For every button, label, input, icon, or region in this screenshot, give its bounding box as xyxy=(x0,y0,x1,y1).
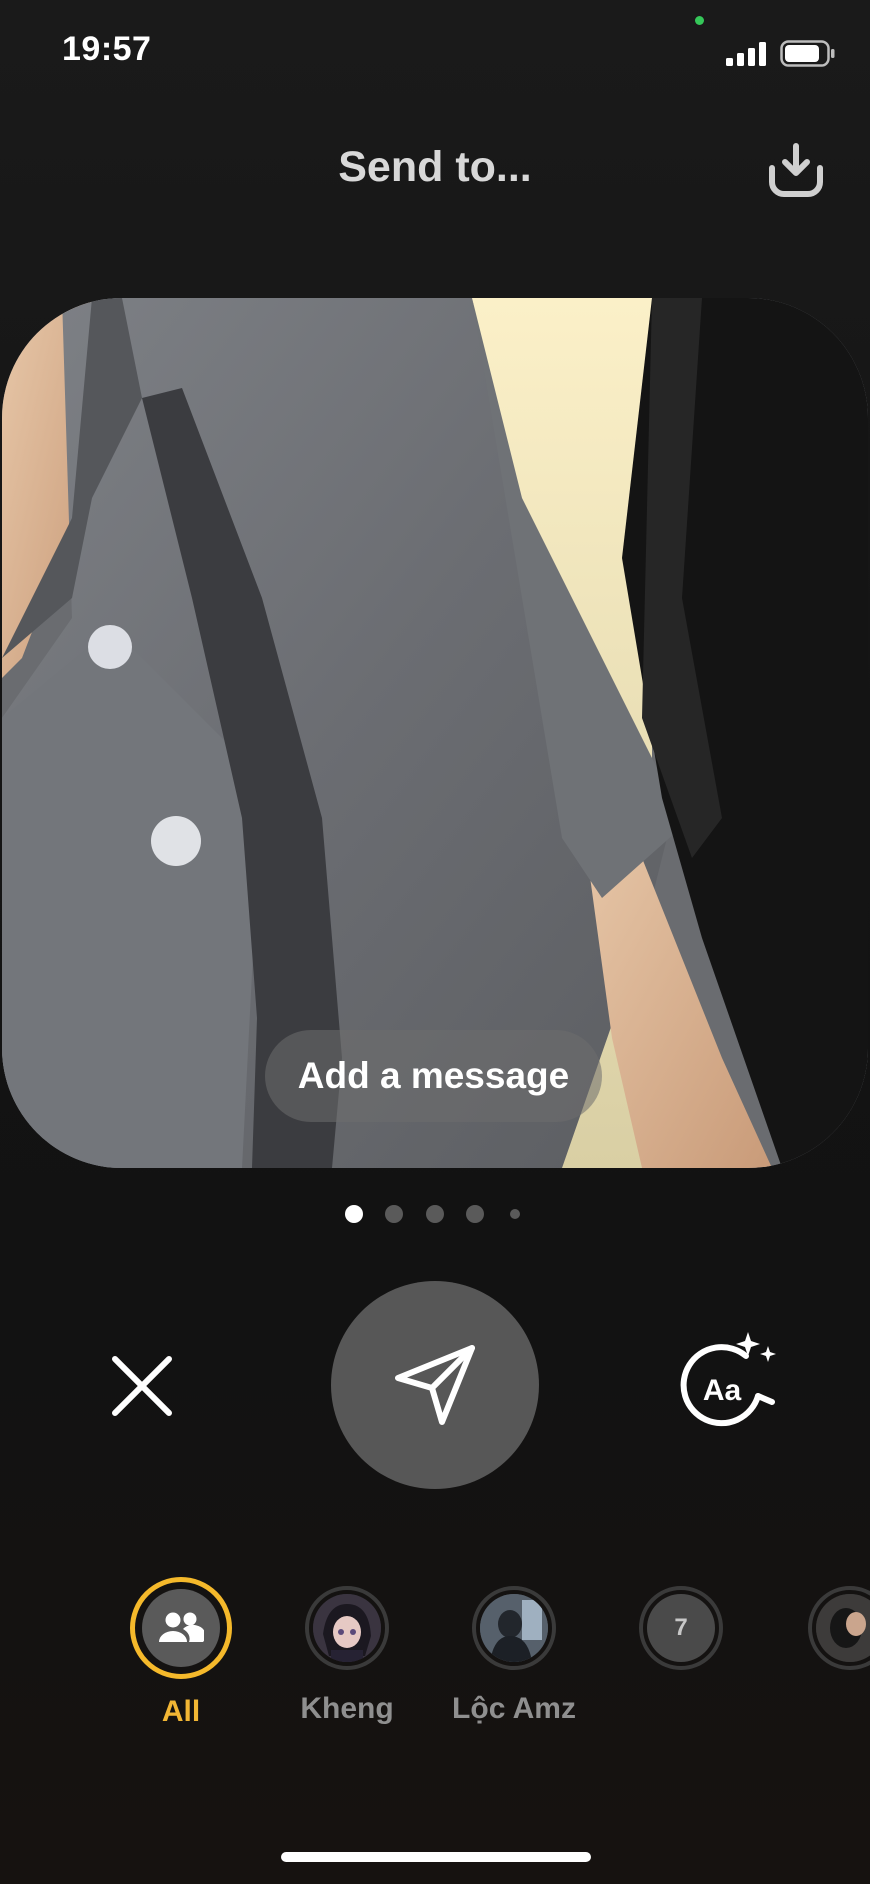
recipient-partial[interactable] xyxy=(763,1577,870,1670)
text-effect-icon: Aa xyxy=(680,1332,776,1427)
home-indicator[interactable] xyxy=(281,1852,591,1862)
recipient-loc-amz[interactable]: Lộc Amz xyxy=(429,1577,599,1726)
add-message-input[interactable]: Add a message xyxy=(265,1030,602,1122)
page-dot xyxy=(426,1205,444,1223)
avatar xyxy=(472,1586,556,1670)
page-dot-active xyxy=(345,1205,363,1223)
group-icon xyxy=(159,1612,204,1642)
page-indicator xyxy=(0,1205,870,1225)
text-effect-button[interactable]: Aa xyxy=(676,1332,780,1432)
page-title: Send to... xyxy=(338,143,532,191)
recipient-label: All xyxy=(161,1695,201,1728)
download-icon xyxy=(769,143,823,197)
page-dot xyxy=(385,1205,403,1223)
battery-icon xyxy=(780,40,835,67)
avatar xyxy=(130,1577,232,1679)
text-effect-glyph: Aa xyxy=(703,1374,742,1407)
cellular-signal-icon xyxy=(726,42,766,66)
avatar-photo xyxy=(313,1594,381,1662)
avatar-photo xyxy=(816,1594,870,1662)
recipient-label: Kheng xyxy=(300,1692,394,1725)
recipient-count-badge: 7 xyxy=(674,1614,688,1641)
send-button[interactable] xyxy=(331,1281,539,1489)
avatar xyxy=(305,1586,389,1670)
camera-indicator-dot xyxy=(695,16,704,25)
page-dot xyxy=(466,1205,484,1223)
avatar: 7 xyxy=(639,1586,723,1670)
recipient-kheng[interactable]: Kheng xyxy=(262,1577,432,1726)
recipient-group-7[interactable]: 7 xyxy=(596,1577,766,1670)
page-dot xyxy=(510,1209,520,1219)
recipient-label: Lộc Amz xyxy=(452,1692,576,1725)
send-to-screen: 19:57 Send to... Add a message Aa All Kh… xyxy=(0,0,870,1884)
send-icon xyxy=(395,1345,475,1425)
avatar-photo xyxy=(480,1594,548,1662)
close-button[interactable] xyxy=(108,1352,176,1420)
recipient-all[interactable]: All xyxy=(96,1577,266,1729)
close-icon xyxy=(112,1356,172,1416)
download-button[interactable] xyxy=(764,140,828,200)
status-time: 19:57 xyxy=(62,30,152,68)
avatar xyxy=(808,1586,870,1670)
